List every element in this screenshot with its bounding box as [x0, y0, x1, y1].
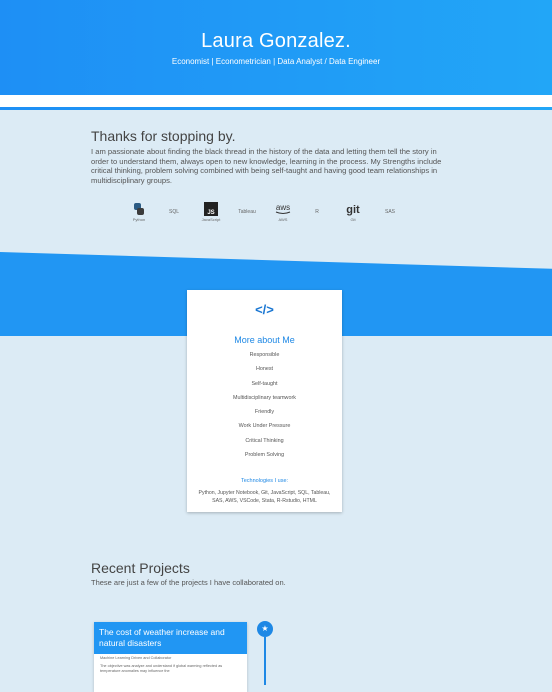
list-item: Problem Solving — [244, 452, 285, 459]
tech-title: Technologies I use: — [240, 478, 289, 484]
list-item: Multidisciplinary teamwork — [233, 394, 296, 401]
project-title[interactable]: The cost of weather increase and natural… — [94, 622, 247, 654]
list-item: Work Under Pressure — [238, 423, 291, 430]
about-title: Thanks for stopping by. — [91, 128, 236, 144]
skill-tableau: Tableau — [234, 202, 260, 226]
hero-name: Laura Gonzalez. — [201, 30, 351, 52]
hero-divider — [0, 95, 552, 107]
skill-python: Python — [122, 202, 156, 226]
skill-aws: aws AWS — [270, 202, 296, 226]
git-icon: git — [346, 204, 360, 216]
card-title: More about Me — [234, 335, 295, 345]
about-section: Thanks for stopping by. I am passionate … — [91, 128, 451, 185]
skill-r: R — [312, 202, 322, 226]
skill-label: R — [315, 209, 319, 215]
list-item: Responsible — [249, 352, 280, 358]
projects-subtitle: These are just a few of the projects I h… — [91, 578, 286, 587]
star-icon: ★ — [257, 621, 273, 637]
skill-label: JavaScript — [201, 217, 221, 222]
javascript-icon: JS — [204, 202, 218, 216]
hero-banner — [0, 0, 552, 110]
about-text: I am passionate about finding the black … — [91, 147, 442, 185]
tech-list: Python, Jupyter Notebook, Git, JavaScrip… — [198, 490, 331, 504]
svg-text:git: git — [346, 204, 360, 216]
skill-label: AWS — [278, 217, 288, 222]
svg-text:aws: aws — [276, 203, 290, 212]
skill-git: git Git — [342, 202, 364, 226]
list-item: Critical Thinking — [245, 437, 284, 444]
skill-sql: SQL — [164, 202, 184, 226]
projects-section: Recent Projects These are just a few of … — [91, 560, 391, 587]
skill-label: SQL — [168, 209, 179, 215]
list-item: Friendly — [254, 409, 275, 416]
svg-text:JS: JS — [207, 210, 214, 216]
projects-title: Recent Projects — [91, 560, 190, 576]
skills-row: Python SQL JS JavaScript Tableau aws AWS… — [122, 202, 412, 226]
traits-list: Responsible Honest Self-taught Multidisc… — [187, 352, 342, 466]
skill-label: Git — [350, 217, 356, 222]
timeline-line — [264, 637, 266, 685]
skill-label: Python — [132, 217, 146, 222]
project-card[interactable]: The cost of weather increase and natural… — [94, 622, 247, 692]
skill-label: Tableau — [238, 209, 256, 215]
skill-javascript: JS JavaScript — [196, 202, 226, 226]
aws-icon: aws — [275, 203, 291, 214]
skill-label: SAS — [384, 209, 395, 215]
list-item: Honest — [255, 366, 274, 373]
python-icon — [134, 203, 144, 215]
skill-sas: SAS — [380, 202, 400, 226]
project-description: The objective was analyze and understand… — [100, 664, 223, 673]
list-item: Self-taught — [251, 380, 278, 387]
hero-subtitle: Economist | Econometrician | Data Analys… — [171, 57, 381, 66]
code-icon: </> — [255, 302, 274, 317]
about-card: </> More about Me Responsible Honest Sel… — [187, 290, 342, 512]
